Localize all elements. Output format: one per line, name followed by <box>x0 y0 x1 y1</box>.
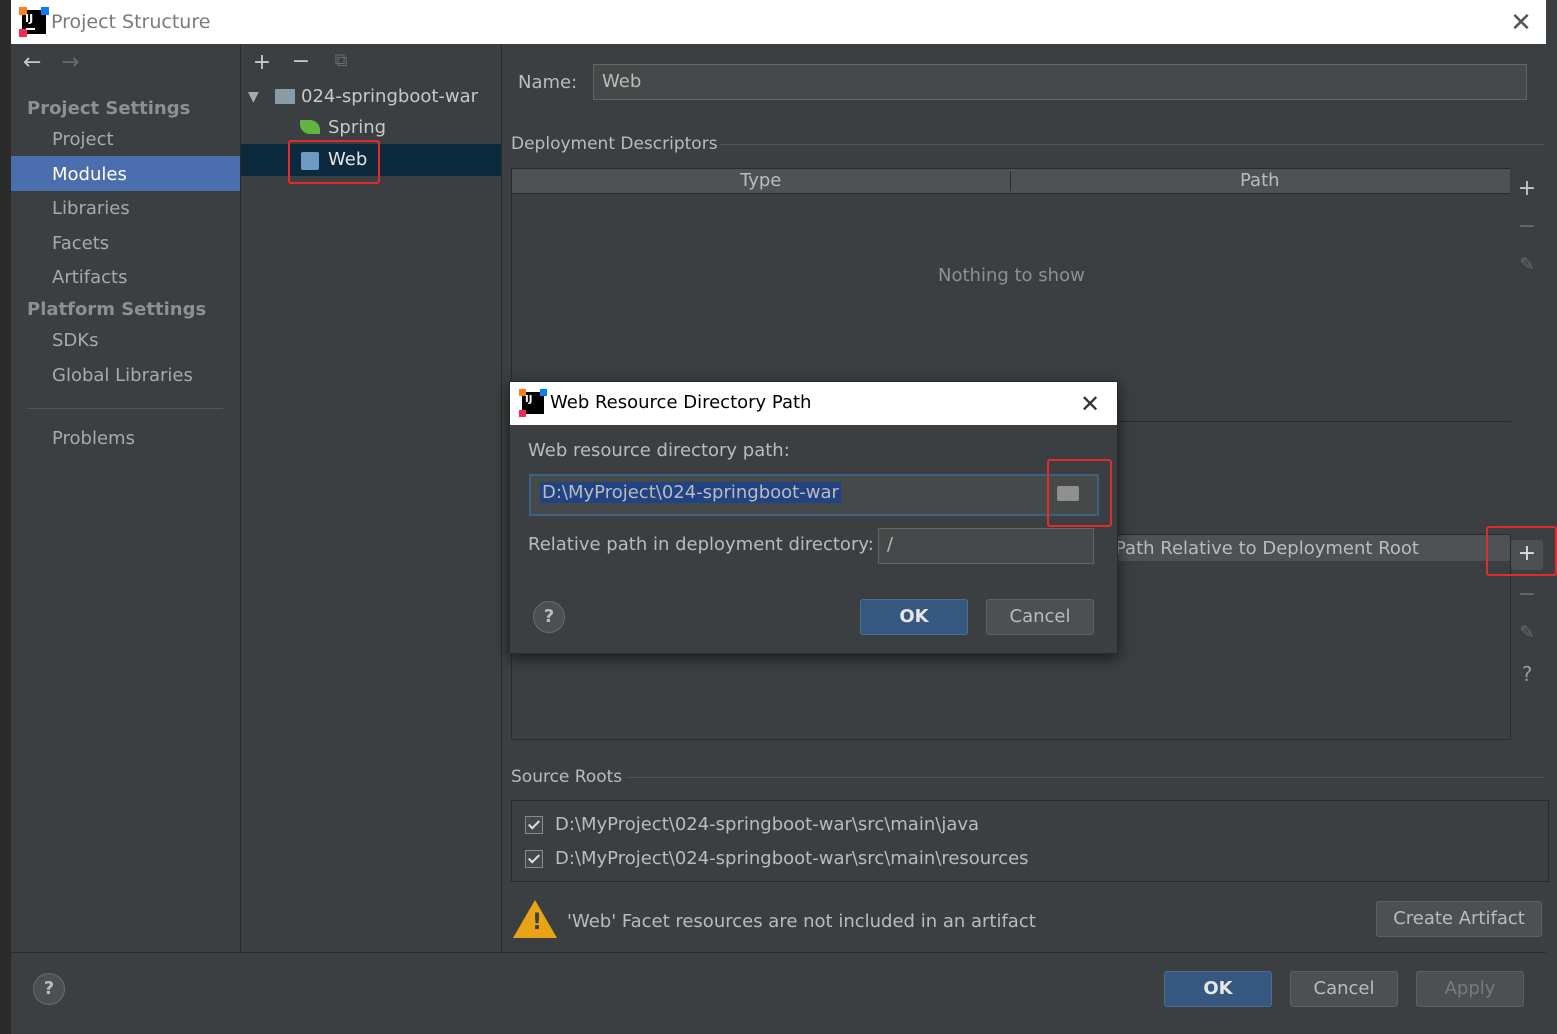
sidebar-item-facets[interactable]: Facets <box>52 233 109 254</box>
source-root-checkbox[interactable] <box>525 850 543 868</box>
dialog-footer: ? OK Cancel Apply <box>11 952 1546 1029</box>
sidebar-item-problems[interactable]: Problems <box>52 428 135 449</box>
sidebar-item-artifacts[interactable]: Artifacts <box>52 267 127 288</box>
dialog-close-icon[interactable]: ✕ <box>1080 390 1100 418</box>
descriptors-toolbar: + − ✎ <box>1510 168 1544 420</box>
apply-button[interactable]: Apply <box>1416 971 1524 1007</box>
remove-icon[interactable]: − <box>290 49 312 74</box>
column-path[interactable]: Path <box>1240 170 1280 191</box>
sidebar-item-libraries[interactable]: Libraries <box>52 198 130 219</box>
help-button[interactable]: ? <box>33 973 65 1005</box>
sidebar-item-modules[interactable]: Modules <box>52 164 127 185</box>
dialog-title: Web Resource Directory Path <box>550 392 812 413</box>
module-tree: + − ⧉ ▼ 024-springboot-war Spring Web <box>241 44 502 952</box>
web-resource-toolbar: + − ✎ ? <box>1486 526 1557 738</box>
cancel-button[interactable]: Cancel <box>1290 971 1398 1007</box>
source-root-resources: D:\MyProject\024-springboot-war\src\main… <box>555 848 1029 869</box>
help-icon[interactable]: ? <box>1516 662 1538 686</box>
name-label: Name: <box>518 72 578 93</box>
path-input[interactable]: D:\MyProject\024-springboot-war <box>529 474 1099 516</box>
background-ide-edge <box>0 0 11 1034</box>
source-roots-title: Source Roots <box>511 767 623 787</box>
sidebar-divider <box>27 408 223 409</box>
remove-web-resource-icon[interactable]: − <box>1516 582 1538 607</box>
sidebar-item-sdks[interactable]: SDKs <box>52 330 98 351</box>
source-root-checkbox[interactable] <box>525 816 543 834</box>
platform-settings-header: Platform Settings <box>27 299 207 320</box>
add-descriptor-icon[interactable]: + <box>1516 176 1538 201</box>
ok-button[interactable]: OK <box>1164 971 1272 1007</box>
remove-descriptor-icon[interactable]: − <box>1516 214 1538 239</box>
edit-descriptor-icon[interactable]: ✎ <box>1516 254 1538 275</box>
column-type[interactable]: Type <box>740 170 781 191</box>
empty-table-text: Nothing to show <box>938 265 1085 286</box>
source-root-java: D:\MyProject\024-springboot-war\src\main… <box>555 814 980 835</box>
dialog-help-button[interactable]: ? <box>533 601 565 633</box>
path-input-value: D:\MyProject\024-springboot-war <box>540 482 841 503</box>
tree-root-label[interactable]: 024-springboot-war <box>301 86 478 107</box>
intellij-app-icon: IJ <box>519 389 547 417</box>
project-settings-header: Project Settings <box>27 98 191 119</box>
spring-leaf-icon <box>300 120 320 134</box>
path-label: Web resource directory path: <box>528 440 790 461</box>
edit-web-resource-icon[interactable]: ✎ <box>1516 622 1538 643</box>
close-icon[interactable]: ✕ <box>1508 10 1534 36</box>
warning-icon-mark: ! <box>532 910 543 935</box>
module-folder-icon <box>275 89 295 104</box>
relative-path-label: Relative path in deployment directory: <box>528 534 874 555</box>
warning-text: 'Web' Facet resources are not included i… <box>567 911 1036 932</box>
name-input[interactable]: Web <box>593 64 1527 100</box>
intellij-app-icon: IJ <box>19 7 49 37</box>
dialog-cancel-button[interactable]: Cancel <box>986 599 1094 635</box>
tree-item-spring[interactable]: Spring <box>328 117 386 138</box>
column-path-relative[interactable]: Path Relative to Deployment Root <box>1115 538 1419 559</box>
copy-icon[interactable]: ⧉ <box>330 50 352 71</box>
relative-path-input[interactable]: / <box>878 528 1094 564</box>
web-resource-directory-dialog: IJ Web Resource Directory Path ✕ Web res… <box>509 381 1118 654</box>
back-arrow-icon[interactable]: ← <box>23 50 41 75</box>
column-divider <box>1010 171 1011 191</box>
dialog-title-bar: IJ Web Resource Directory Path ✕ <box>510 382 1117 425</box>
chevron-down-icon[interactable]: ▼ <box>248 89 259 105</box>
table-header: Type Path <box>512 169 1510 194</box>
title-bar: IJ Project Structure ✕ <box>11 0 1546 44</box>
source-roots-list: D:\MyProject\024-springboot-war\src\main… <box>511 800 1549 882</box>
relative-path-value: / <box>887 534 894 555</box>
sidebar-item-project[interactable]: Project <box>52 129 114 150</box>
highlight-box-add <box>1486 526 1557 576</box>
create-artifact-button[interactable]: Create Artifact <box>1376 901 1542 937</box>
sidebar-item-global-libraries[interactable]: Global Libraries <box>52 365 193 386</box>
highlight-box-web <box>288 140 380 184</box>
name-input-value: Web <box>602 71 642 92</box>
group-separator <box>627 777 1544 778</box>
window-title: Project Structure <box>51 11 211 33</box>
dialog-ok-button[interactable]: OK <box>860 599 968 635</box>
forward-arrow-icon[interactable]: → <box>61 50 79 75</box>
deployment-descriptors-title: Deployment Descriptors <box>511 134 718 154</box>
highlight-box-browse <box>1047 459 1112 527</box>
group-separator <box>720 144 1544 145</box>
add-icon[interactable]: + <box>251 50 273 75</box>
settings-sidebar: ← → Project Settings Project Modules Lib… <box>11 44 241 952</box>
